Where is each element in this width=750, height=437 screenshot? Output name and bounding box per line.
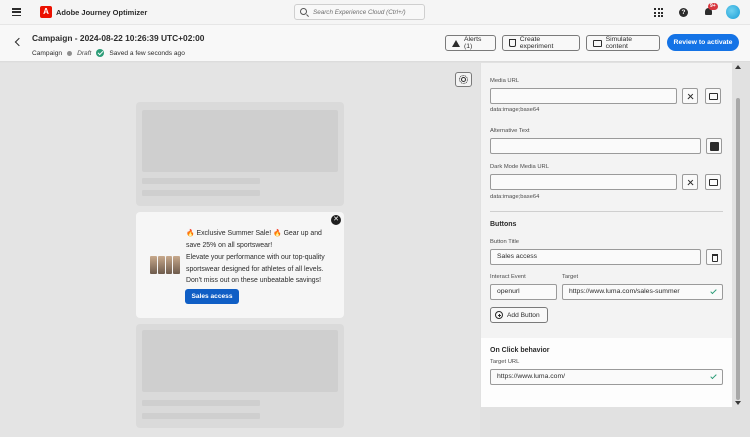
select-media-button[interactable] [705,88,721,104]
simulate-icon [593,39,602,47]
alerts-button[interactable]: Alerts (1) [445,35,496,51]
dark-media-hint: data:image;base64 [490,194,540,200]
properties-panel: Media URL data:image;base64 Alternative … [481,63,732,407]
on-click-target-field[interactable]: https://www.luma.com/ [490,369,723,385]
in-app-message-preview[interactable]: ✕ 🔥 Exclusive Summer Sale! 🔥 Gear up and… [136,212,344,318]
button-title-field[interactable]: Sales access [490,249,701,265]
simulate-label: Simulate content [605,36,633,50]
scroll-up-icon[interactable] [735,65,741,69]
status-dot-icon [67,50,73,56]
campaign-meta: Campaign Draft Saved a few seconds ago [32,49,185,57]
person-icon [710,142,719,151]
personalize-button[interactable] [706,138,722,154]
campaign-header: Campaign - 2024-08-22 10:26:39 UTC+02:00… [0,25,750,62]
on-click-target-label: Target URL [490,359,520,365]
target-value: https://www.luma.com/sales-summer [569,288,680,295]
buttons-section-title: Buttons [490,221,517,228]
alt-text-label: Alternative Text [490,128,530,134]
create-experiment-button[interactable]: Create experiment [502,35,580,51]
check-circle-icon [96,49,105,57]
placeholder-card-bottom [136,324,344,428]
saved-status: Saved a few seconds ago [109,49,185,57]
image-picker-icon [709,93,718,100]
on-click-title: On Click behavior [490,347,550,354]
avatar[interactable] [726,5,740,19]
trash-icon [711,253,718,262]
delete-button[interactable] [706,249,722,265]
check-icon [710,372,717,380]
target-field[interactable]: https://www.luma.com/sales-summer [562,284,723,300]
scroll-down-icon[interactable] [735,401,741,405]
plus-icon [495,311,503,319]
message-text: Elevate your performance with our top-qu… [186,254,325,284]
alerts-label: Alerts (1) [464,36,482,50]
apps-grid-icon[interactable] [654,8,663,17]
alert-icon [452,39,460,47]
target-label: Target [562,274,579,280]
search-input[interactable] [313,7,421,18]
add-button-button[interactable]: Add Button [490,307,548,323]
theme-toggle-button[interactable] [455,72,472,87]
dark-media-label: Dark Mode Media URL [490,164,549,170]
on-click-target-value: https://www.luma.com/ [497,373,565,380]
search-box[interactable] [294,4,425,20]
panel-scrollbar[interactable] [734,63,742,407]
dark-media-field[interactable] [490,174,677,190]
status-badge: Draft [77,49,92,57]
help-icon[interactable]: ? [679,8,688,17]
flask-icon [509,39,516,47]
search-icon [300,8,307,15]
close-icon[interactable]: ✕ [331,215,341,225]
sales-access-button[interactable]: Sales access [185,289,239,304]
on-click-section: On Click behavior Target URL https://www… [481,338,732,407]
clear-media-button[interactable] [682,88,698,104]
divider [490,211,723,212]
page-title: Campaign - 2024-08-22 10:26:39 UTC+02:00 [32,33,205,43]
message-headline: 🔥 Exclusive Summer Sale! 🔥 Gear up and s… [186,230,322,249]
media-url-field[interactable] [490,88,677,104]
review-to-activate-button[interactable]: Review to activate [667,34,739,51]
check-icon [710,287,717,295]
app-title[interactable]: Adobe Journey Optimizer [56,8,147,17]
message-body: 🔥 Exclusive Summer Sale! 🔥 Gear up and s… [186,228,336,288]
scroll-thumb[interactable] [736,98,740,400]
campaign-type: Campaign [32,49,63,57]
top-bar: A Adobe Journey Optimizer ? 9+ [0,0,750,25]
button-title-label: Button Title [490,239,520,245]
clear-dark-media-button[interactable] [682,174,698,190]
notification-badge: 9+ [708,3,718,10]
select-dark-media-button[interactable] [705,174,721,190]
simulate-content-button[interactable]: Simulate content [586,35,660,51]
interact-event-label: Interact Event [490,274,526,280]
product-image [150,256,180,274]
alt-text-field[interactable] [490,138,701,154]
interact-event-field[interactable]: openurl [490,284,557,300]
adobe-logo[interactable]: A [40,6,52,18]
back-icon[interactable] [14,37,24,47]
menu-icon[interactable] [12,8,21,17]
image-picker-icon [709,179,718,186]
placeholder-card-top [136,102,344,206]
media-url-hint: data:image;base64 [490,107,540,113]
add-button-label: Add Button [507,311,540,319]
media-url-label: Media URL [490,78,519,84]
experiment-label: Create experiment [519,36,554,50]
